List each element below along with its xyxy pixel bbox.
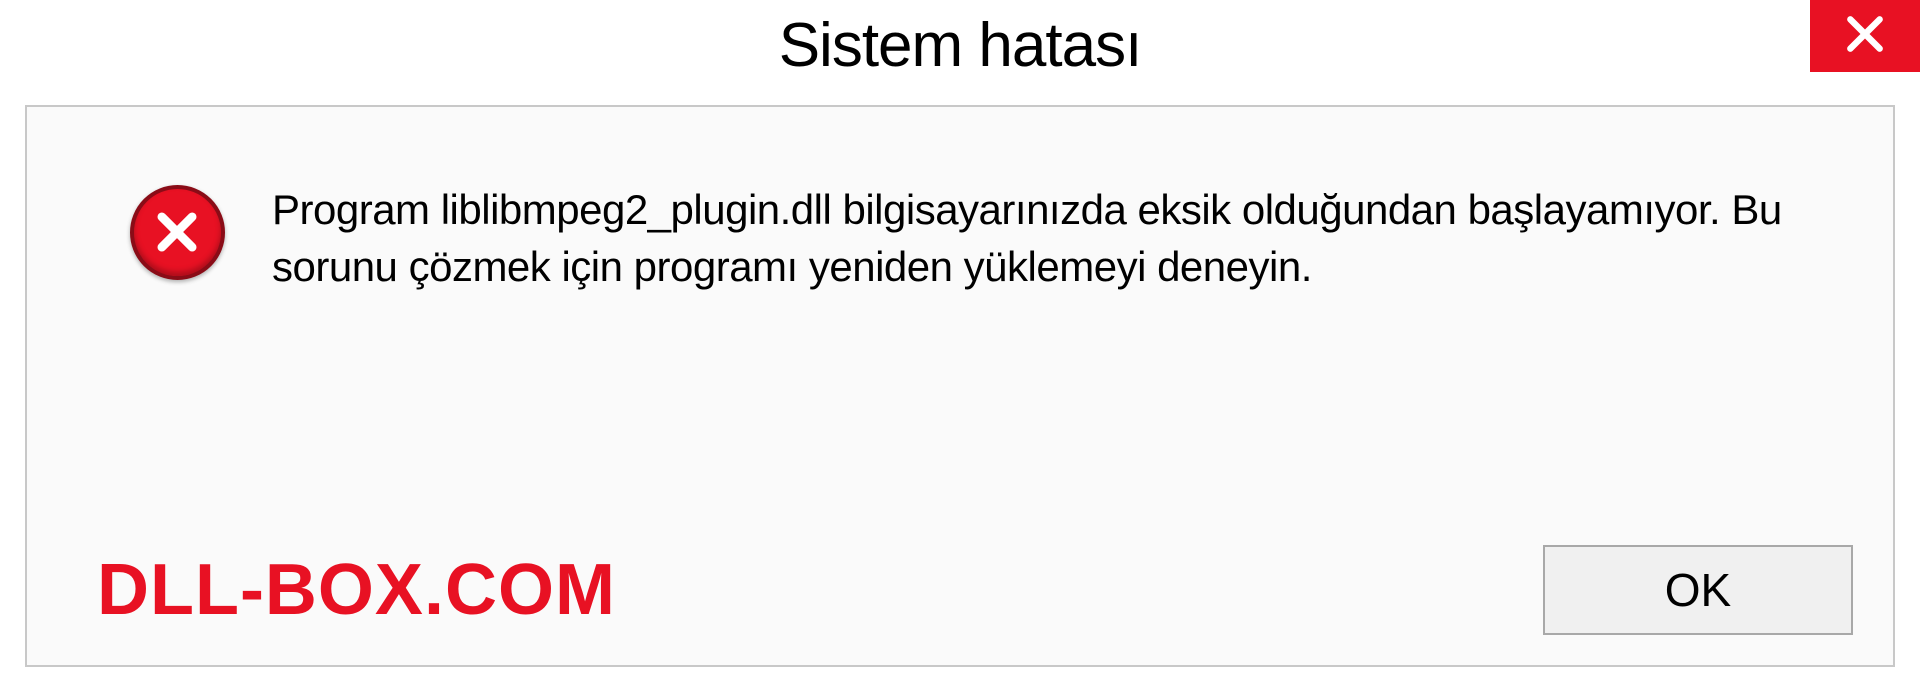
footer-area: DLL-BOX.COM OK: [27, 545, 1853, 635]
dialog-title: Sistem hatası: [779, 10, 1142, 81]
close-icon: [1843, 12, 1887, 61]
watermark-text: DLL-BOX.COM: [97, 549, 616, 631]
error-message: Program liblibmpeg2_plugin.dll bilgisaya…: [272, 182, 1813, 295]
message-area: Program liblibmpeg2_plugin.dll bilgisaya…: [127, 182, 1813, 295]
content-panel: Program liblibmpeg2_plugin.dll bilgisaya…: [25, 105, 1895, 667]
error-icon: [127, 182, 227, 282]
close-button[interactable]: [1810, 0, 1920, 72]
title-bar: Sistem hatası: [0, 0, 1920, 100]
ok-button[interactable]: OK: [1543, 545, 1853, 635]
